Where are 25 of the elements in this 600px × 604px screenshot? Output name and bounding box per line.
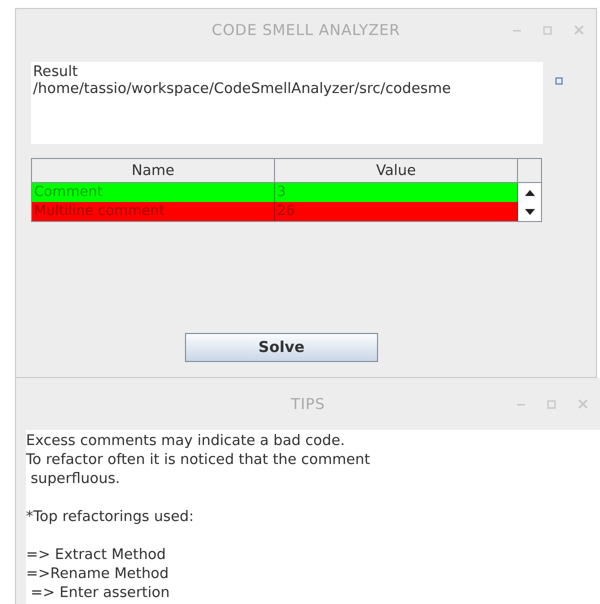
scroll-up-icon[interactable] [518,183,541,202]
result-label: Result [33,64,79,81]
close-icon[interactable] [574,25,584,35]
column-header[interactable]: Value [275,159,518,183]
window-title: TIPS [290,394,326,415]
minimize-icon[interactable] [513,28,521,32]
tip-paragraph: => Extract Method =>Rename Method => Enter assertion [26,546,171,603]
window-title: CODE SMELL ANALYZER [212,20,400,41]
table-cell: 26 [275,202,518,221]
result-path: /home/tassio/workspace/CodeSmellAnalyzer/src/codesme [33,81,452,98]
close-icon[interactable] [578,399,588,409]
minimize-icon[interactable] [517,402,525,406]
scroll-down-icon[interactable] [518,202,541,221]
tip-paragraph: *Top refactorings used: [26,508,195,527]
table-cell: 3 [275,183,518,202]
square-icon [555,77,563,85]
scroll-bar[interactable] [518,159,541,221]
tip-paragraph: Excess comments may indicate a bad code. To refactor often it is noticed that the comment superfluous. [26,432,371,489]
solve-button[interactable]: Solve [185,333,378,362]
table-cell: Comment [32,183,275,202]
column-header[interactable]: Name [32,159,275,183]
maximize-icon[interactable] [547,400,556,408]
result-field[interactable]: Result /home/tassio/workspace/CodeSmellAnalyzer/src/codesme [31,62,543,144]
maximize-icon[interactable] [543,26,552,34]
table-cell: Multiline comment [32,202,275,221]
